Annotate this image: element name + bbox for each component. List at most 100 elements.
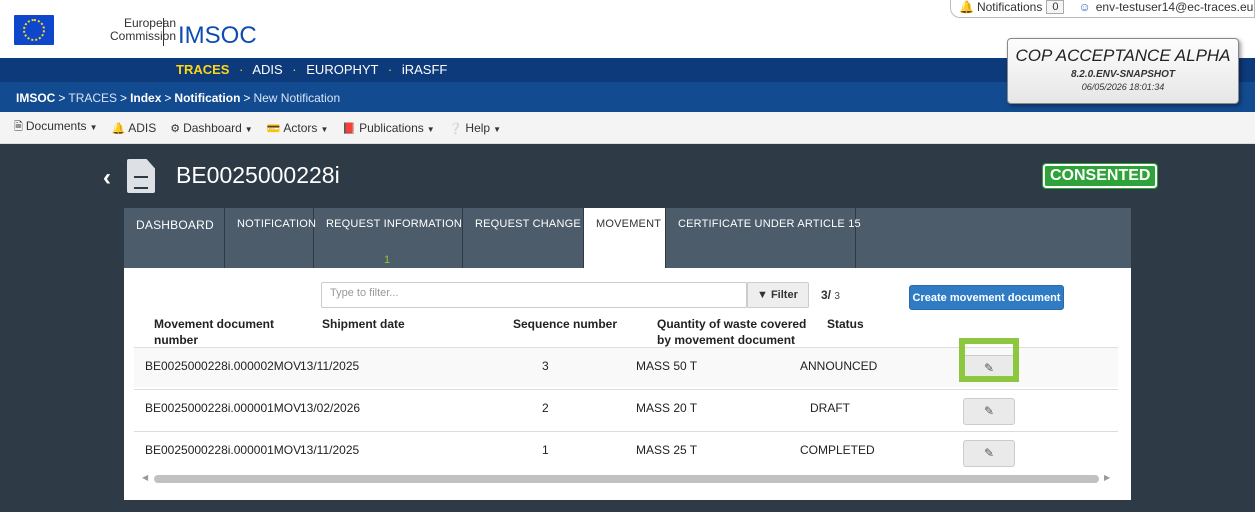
cell-status: COMPLETED [800,443,875,457]
tab-label: Request information [326,218,463,230]
scroll-left-icon[interactable]: ◀ [142,473,148,482]
user-icon: ☺ [1078,0,1091,14]
menu-label: Actors [283,120,318,135]
filter-icon: ▼ [757,289,768,301]
menu-documents[interactable]: 🗎 Documents ▼ [14,118,97,137]
breadcrumb-item: New Notification [253,91,341,105]
scroll-right-icon[interactable]: ▶ [1104,473,1110,482]
ec-name-line2: Commission [109,29,176,43]
movement-panel: Type to filter... ▼ Filter 3/ 3 Create m… [124,268,1131,500]
highlight-frame [959,338,1019,382]
status-badge: CONSENTED [1041,163,1159,189]
caret-down-icon: ▼ [426,124,435,134]
id-card-icon: 💳 [266,122,281,135]
column-header-shipment-date[interactable]: Shipment date [322,316,405,332]
environment-version: 8.2.0.ENV-SNAPSHOT [1070,69,1176,80]
user-email[interactable]: env-testuser14@ec-traces.eu [1096,0,1254,14]
app-link-adis[interactable]: ADIS [252,62,282,77]
column-header-status[interactable]: Status [827,316,864,332]
tab-movement[interactable]: Movement [584,208,666,268]
breadcrumb-item[interactable]: IMSOC [16,91,55,105]
tab-request-information[interactable]: Request information 1 [314,208,463,268]
cell-quantity: MASS 20 T [636,401,698,415]
column-header-sequence[interactable]: Sequence number [513,316,617,332]
menu-label: Dashboard [183,120,242,135]
horizontal-scrollbar[interactable]: ◀ ▶ [142,473,1112,483]
table-row: BE0025000228i.000002MOV 13/11/2025 3 MAS… [134,338,1118,387]
tab-dashboard[interactable]: Dashboard [124,208,225,268]
menu-publications[interactable]: 📕 Publications ▼ [342,121,434,135]
breadcrumb-separator: > [120,91,128,105]
column-header-quantity[interactable]: Quantity of waste covered by movement do… [657,316,817,348]
menu-help[interactable]: ❔ Help ▼ [449,121,501,135]
menu-label: Help [465,120,491,135]
breadcrumb-separator: > [58,91,66,105]
breadcrumb-item[interactable]: Notification [174,91,240,105]
filter-button[interactable]: ▼ Filter [747,282,809,308]
dashboard-icon: ⚙ [170,122,181,135]
app-link-europhyt[interactable]: EUROPHYT [306,62,378,77]
edit-icon: ✎ [983,446,995,460]
menu-label: ADIS [128,120,157,135]
table-row: BE0025000228i.000001MOV 13/02/2026 2 MAS… [134,389,1118,429]
apps-separator: · [292,62,297,77]
breadcrumb: IMSOC > TRACES > Index > Notification > New Noti… [16,91,340,105]
breadcrumb-item[interactable]: Index [130,91,161,105]
cell-status: ANNOUNCED [800,359,878,373]
menu-adis[interactable]: 🔔 ADIS [111,121,156,135]
app-link-traces[interactable]: TRACES [176,62,229,77]
cell-doc-number: BE0025000228i.000001MOV [145,443,302,457]
apps-separator: · [239,62,244,77]
cell-shipment-date: 13/11/2025 [300,443,360,457]
menu-dashboard[interactable]: ⚙ Dashboard ▼ [170,121,253,135]
count-shown: 3/ [821,288,832,302]
tab-notification[interactable]: Notification [225,208,316,268]
main-menu: 🗎 Documents ▼ 🔔 ADIS ⚙ Dashboard ▼ 💳 Actors ▼ 📕… [0,112,1255,144]
caret-down-icon: ▼ [320,124,329,134]
ec-name: European Commission [104,17,176,43]
results-count: 3/ 3 [821,288,840,302]
breadcrumb-separator: > [164,91,172,105]
notifications-count[interactable]: 0 [1046,0,1065,14]
edit-button[interactable]: ✎ [963,440,1015,467]
bell-icon[interactable]: 🔔 [959,0,974,14]
document-icon [127,159,155,193]
filter-input[interactable]: Type to filter... [321,282,747,308]
cell-sequence: 2 [542,401,549,415]
menu-actors[interactable]: 💳 Actors ▼ [267,121,329,135]
tab-certificate[interactable]: Certificate under Article 15 [666,208,861,268]
apps-separator: · [387,62,393,77]
environment-badge: COP ACCEPTANCE ALPHA 8.2.0.ENV-SNAPSHOT … [1007,38,1239,104]
caret-down-icon: ▼ [89,123,98,132]
tab-request-change[interactable]: Request change [463,208,584,268]
cell-status: DRAFT [810,401,850,415]
count-total: 3 [834,291,840,302]
environment-datetime: 06/05/2026 18:01:34 [1081,82,1165,92]
column-header-doc-number[interactable]: Movement document number [154,316,304,348]
notification-tabs: Dashboard Notification Request informati… [124,208,1131,268]
bell-icon: 🔔 [111,122,126,135]
notification-id: BE0025000228i [176,162,340,188]
scrollbar-thumb[interactable] [154,475,1099,483]
cell-shipment-date: 13/11/2025 [300,359,360,373]
notifications-label[interactable]: Notifications [977,0,1042,14]
breadcrumb-item[interactable]: TRACES [68,91,117,105]
caret-down-icon: ▼ [493,124,502,134]
document-icon: 🗎 [14,121,23,133]
create-movement-document-button[interactable]: Create movement document [909,285,1064,310]
cell-quantity: MASS 50 T [636,359,698,373]
caret-down-icon: ▼ [244,124,253,134]
chevron-left-icon[interactable]: ‹ [103,164,111,192]
ec-logo[interactable]: European Commission [14,10,176,50]
edit-button[interactable]: ✎ [963,398,1015,425]
app-title: IMSOC [178,22,257,49]
menu-label: Publications [359,120,424,135]
book-icon: 📕 [342,122,357,135]
cell-shipment-date: 13/02/2026 [300,401,361,415]
eu-flag-icon [14,15,54,45]
edit-icon: ✎ [983,404,995,418]
cell-quantity: MASS 25 T [636,443,698,457]
cell-sequence: 1 [542,443,549,457]
app-link-irasff[interactable]: iRASFF [402,62,448,77]
logo-divider [163,18,164,46]
